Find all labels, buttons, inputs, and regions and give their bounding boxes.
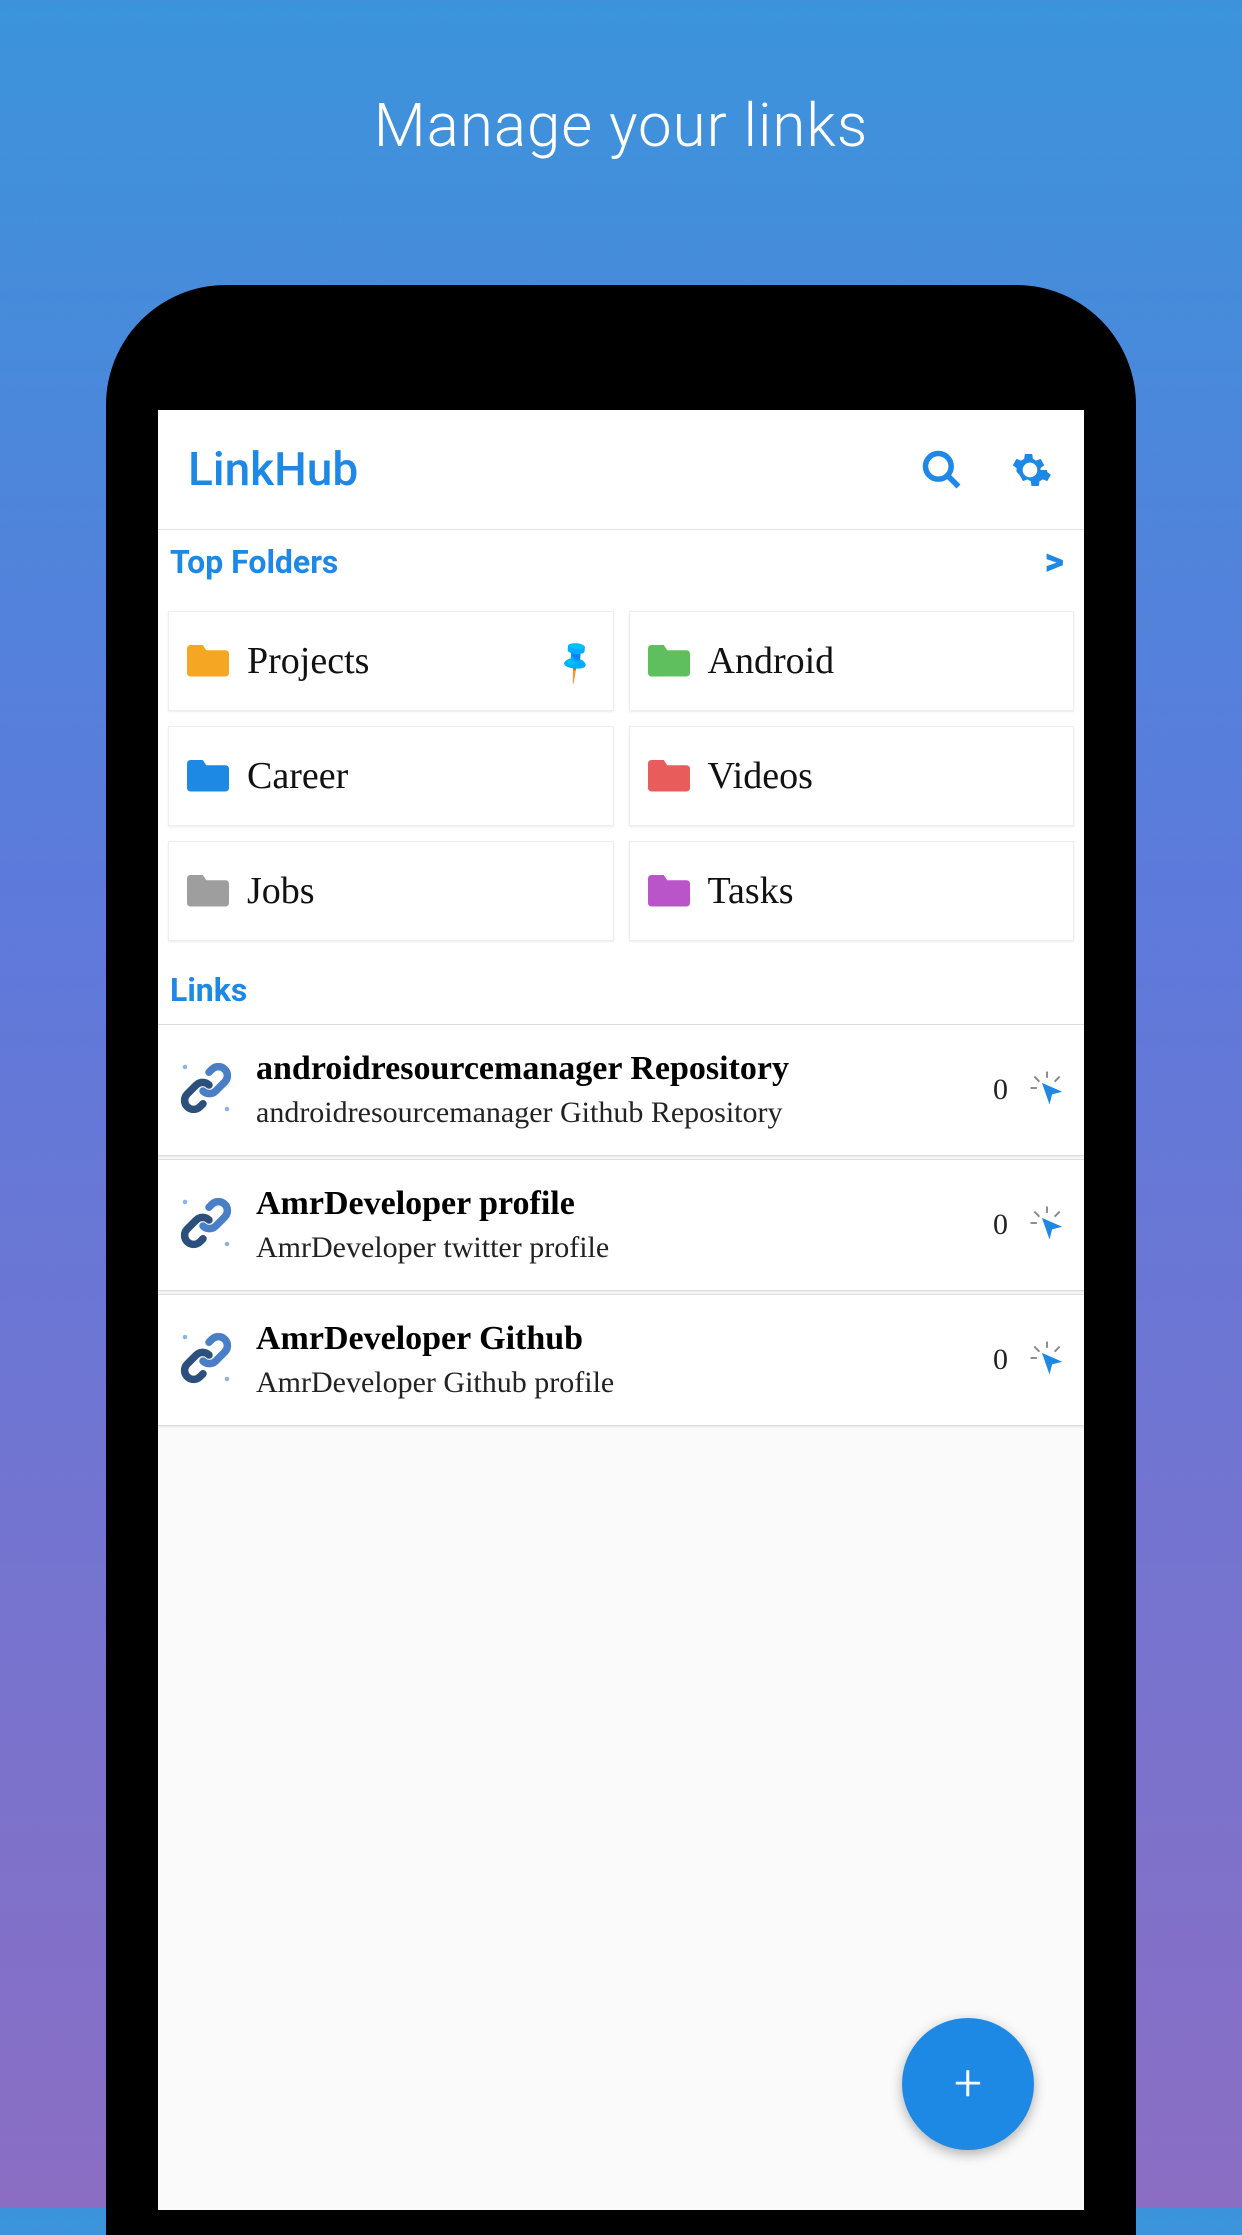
link-count: 0: [993, 1208, 1008, 1242]
link-content: androidresourcemanager Repository android…: [256, 1050, 973, 1130]
top-folders-label: Top Folders: [170, 543, 338, 581]
folder-label: Career: [247, 754, 595, 798]
promo-title: Manage your links: [0, 0, 1242, 161]
folder-card[interactable]: Videos: [629, 726, 1075, 826]
settings-button[interactable]: [1006, 446, 1054, 494]
folder-label: Tasks: [708, 869, 1056, 913]
pin-icon: 📌: [550, 636, 601, 687]
app-title: LinkHub: [188, 443, 358, 497]
top-folders-header: Top Folders >: [158, 530, 1084, 596]
link-item[interactable]: AmrDeveloper Github AmrDeveloper Github p…: [158, 1294, 1084, 1426]
folder-icon: [187, 641, 229, 681]
link-item[interactable]: AmrDeveloper profile AmrDeveloper twitter…: [158, 1159, 1084, 1291]
link-title: AmrDeveloper Github: [256, 1320, 973, 1358]
folder-icon: [648, 756, 690, 796]
folder-icon: [648, 641, 690, 681]
click-cursor-icon: [1028, 1339, 1066, 1381]
folder-card[interactable]: Career: [168, 726, 614, 826]
app-header: LinkHub: [158, 410, 1084, 530]
folder-label: Jobs: [247, 869, 595, 913]
link-count: 0: [993, 1343, 1008, 1377]
search-icon: [920, 448, 964, 492]
link-content: AmrDeveloper Github AmrDeveloper Github p…: [256, 1320, 973, 1400]
click-cursor-icon: [1028, 1204, 1066, 1246]
folder-icon: [648, 871, 690, 911]
folder-label: Projects: [247, 639, 539, 683]
link-subtitle: AmrDeveloper twitter profile: [256, 1231, 973, 1265]
folder-card[interactable]: Tasks: [629, 841, 1075, 941]
link-subtitle: androidresourcemanager Github Repository: [256, 1096, 973, 1130]
link-item[interactable]: androidresourcemanager Repository android…: [158, 1024, 1084, 1156]
link-content: AmrDeveloper profile AmrDeveloper twitter…: [256, 1185, 973, 1265]
link-count: 0: [993, 1073, 1008, 1107]
folder-icon: [187, 871, 229, 911]
gear-icon: [1008, 448, 1052, 492]
link-icon: [176, 1193, 236, 1257]
links-list: androidresourcemanager Repository android…: [158, 1024, 1084, 1426]
folders-grid: Projects📌 Android Career Videos Jobs Tasks: [158, 596, 1084, 956]
links-section-label: Links: [158, 956, 1084, 1024]
phone-screen: LinkHub Top Folders > Proj: [158, 410, 1084, 2210]
folder-card[interactable]: Jobs: [168, 841, 614, 941]
folder-label: Android: [708, 639, 1056, 683]
link-title: AmrDeveloper profile: [256, 1185, 973, 1223]
folder-card[interactable]: Projects📌: [168, 611, 614, 711]
header-actions: [918, 446, 1054, 494]
folder-icon: [187, 756, 229, 796]
phone-frame: LinkHub Top Folders > Proj: [106, 285, 1136, 2235]
link-title: androidresourcemanager Repository: [256, 1050, 973, 1088]
folder-label: Videos: [708, 754, 1056, 798]
chevron-right-icon[interactable]: >: [1044, 540, 1072, 584]
click-cursor-icon: [1028, 1069, 1066, 1111]
folder-card[interactable]: Android: [629, 611, 1075, 711]
link-icon: [176, 1058, 236, 1122]
link-icon: [176, 1328, 236, 1392]
search-button[interactable]: [918, 446, 966, 494]
plus-icon: +: [954, 2055, 982, 2113]
add-button[interactable]: +: [902, 2018, 1034, 2150]
link-subtitle: AmrDeveloper Github profile: [256, 1366, 973, 1400]
